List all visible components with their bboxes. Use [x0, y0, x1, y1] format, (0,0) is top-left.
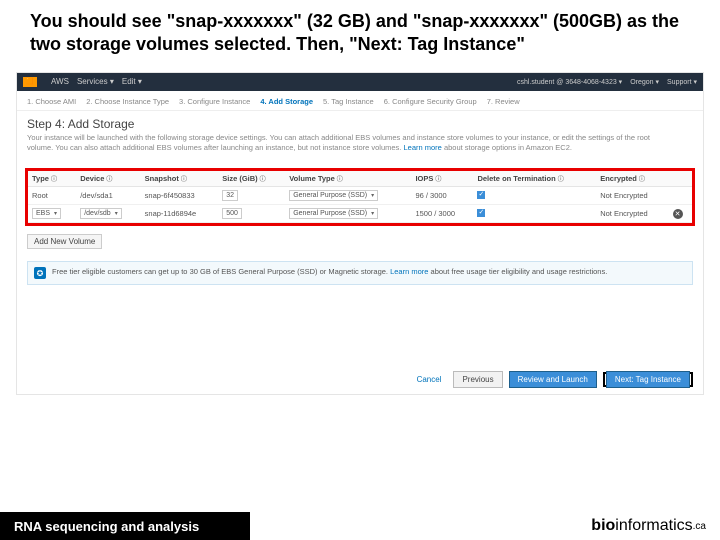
- col-iops: IOPSⓘ: [411, 171, 473, 187]
- next-tag-instance-button[interactable]: Next: Tag Instance: [606, 371, 690, 388]
- col-encrypted: Encryptedⓘ: [596, 171, 668, 187]
- slide-footer: RNA sequencing and analysis bioinformati…: [0, 512, 720, 540]
- wizard-step-7[interactable]: 7. Review: [487, 97, 520, 106]
- nav-user[interactable]: cshl.student @ 3648-4068-4323 ▾: [517, 78, 622, 86]
- cell-encrypted: Not Encrypted: [596, 187, 668, 205]
- chevron-down-icon: ▾: [371, 192, 374, 199]
- wizard-step-2[interactable]: 2. Choose Instance Type: [86, 97, 169, 106]
- voltype-select[interactable]: General Purpose (SSD)▾: [289, 208, 378, 219]
- col-snapshot: Snapshotⓘ: [141, 171, 219, 187]
- add-new-volume-button[interactable]: Add New Volume: [27, 234, 102, 249]
- review-launch-button[interactable]: Review and Launch: [509, 371, 597, 388]
- next-button-highlight: Next: Tag Instance: [603, 372, 693, 387]
- nav-region[interactable]: Oregon ▾: [630, 78, 659, 86]
- cell-type: Root: [28, 187, 76, 205]
- wizard-button-row: Cancel Previous Review and Launch Next: …: [17, 365, 703, 394]
- step-description: Your instance will be launched with the …: [27, 133, 667, 153]
- chevron-down-icon: ▾: [54, 210, 57, 217]
- device-select[interactable]: /dev/sdb▾: [80, 208, 121, 219]
- storage-table: Typeⓘ Deviceⓘ Snapshotⓘ Size (GiB)ⓘ Volu…: [28, 171, 692, 223]
- cell-snapshot: snap-6f450833: [141, 187, 219, 205]
- chevron-down-icon: ▾: [115, 210, 118, 217]
- nav-services[interactable]: Services ▾: [77, 77, 114, 86]
- col-voltype: Volume Typeⓘ: [285, 171, 411, 187]
- footer-left-label: RNA sequencing and analysis: [0, 512, 250, 540]
- size-input[interactable]: 32: [222, 190, 238, 201]
- chevron-down-icon: ▾: [371, 210, 374, 217]
- col-size: Size (GiB)ⓘ: [218, 171, 285, 187]
- cell-device: /dev/sda1: [76, 187, 140, 205]
- col-device: Deviceⓘ: [76, 171, 140, 187]
- free-tier-info: ✪ Free tier eligible customers can get u…: [27, 261, 693, 285]
- slide-title: You should see "snap-xxxxxxx" (32 GB) an…: [0, 0, 720, 62]
- previous-button[interactable]: Previous: [453, 371, 502, 388]
- learn-more-link[interactable]: Learn more: [390, 267, 428, 276]
- wizard-step-5[interactable]: 5. Tag Instance: [323, 97, 374, 106]
- nav-aws[interactable]: AWS: [51, 77, 69, 86]
- step-heading: Step 4: Add Storage: [27, 117, 693, 131]
- footer-brand: bioinformatics.ca: [250, 517, 720, 535]
- col-type: Typeⓘ: [28, 171, 76, 187]
- delete-checkbox[interactable]: [477, 209, 485, 217]
- cell-iops: 96 / 3000: [411, 187, 473, 205]
- wizard-step-6[interactable]: 6. Configure Security Group: [384, 97, 477, 106]
- type-select[interactable]: EBS▾: [32, 208, 61, 219]
- cell-snapshot: snap-11d6894e: [141, 205, 219, 223]
- table-row: Root /dev/sda1 snap-6f450833 32 General …: [28, 187, 692, 205]
- wizard-step-1[interactable]: 1. Choose AMI: [27, 97, 76, 106]
- cancel-button[interactable]: Cancel: [411, 372, 448, 387]
- size-input[interactable]: 500: [222, 208, 242, 219]
- wizard-step-4[interactable]: 4. Add Storage: [260, 97, 313, 106]
- delete-checkbox[interactable]: [477, 191, 485, 199]
- aws-console-screenshot: 🟧 AWS Services ▾ Edit ▾ cshl.student @ 3…: [16, 72, 704, 396]
- wizard-step-3[interactable]: 3. Configure Instance: [179, 97, 250, 106]
- storage-table-highlight: Typeⓘ Deviceⓘ Snapshotⓘ Size (GiB)ⓘ Volu…: [25, 168, 695, 226]
- info-icon: ✪: [34, 267, 46, 279]
- col-delete: Delete on Terminationⓘ: [473, 171, 596, 187]
- cell-encrypted: Not Encrypted: [596, 205, 668, 223]
- learn-more-link[interactable]: Learn more: [404, 143, 442, 152]
- nav-edit[interactable]: Edit ▾: [122, 77, 142, 86]
- aws-logo-icon: 🟧: [23, 77, 37, 87]
- remove-volume-icon[interactable]: ✕: [673, 209, 683, 219]
- nav-support[interactable]: Support ▾: [667, 78, 697, 86]
- aws-top-nav: 🟧 AWS Services ▾ Edit ▾ cshl.student @ 3…: [17, 73, 703, 91]
- voltype-select[interactable]: General Purpose (SSD)▾: [289, 190, 378, 201]
- table-row: EBS▾ /dev/sdb▾ snap-11d6894e 500 General…: [28, 205, 692, 223]
- wizard-steps: 1. Choose AMI 2. Choose Instance Type 3.…: [17, 91, 703, 111]
- cell-iops: 1500 / 3000: [411, 205, 473, 223]
